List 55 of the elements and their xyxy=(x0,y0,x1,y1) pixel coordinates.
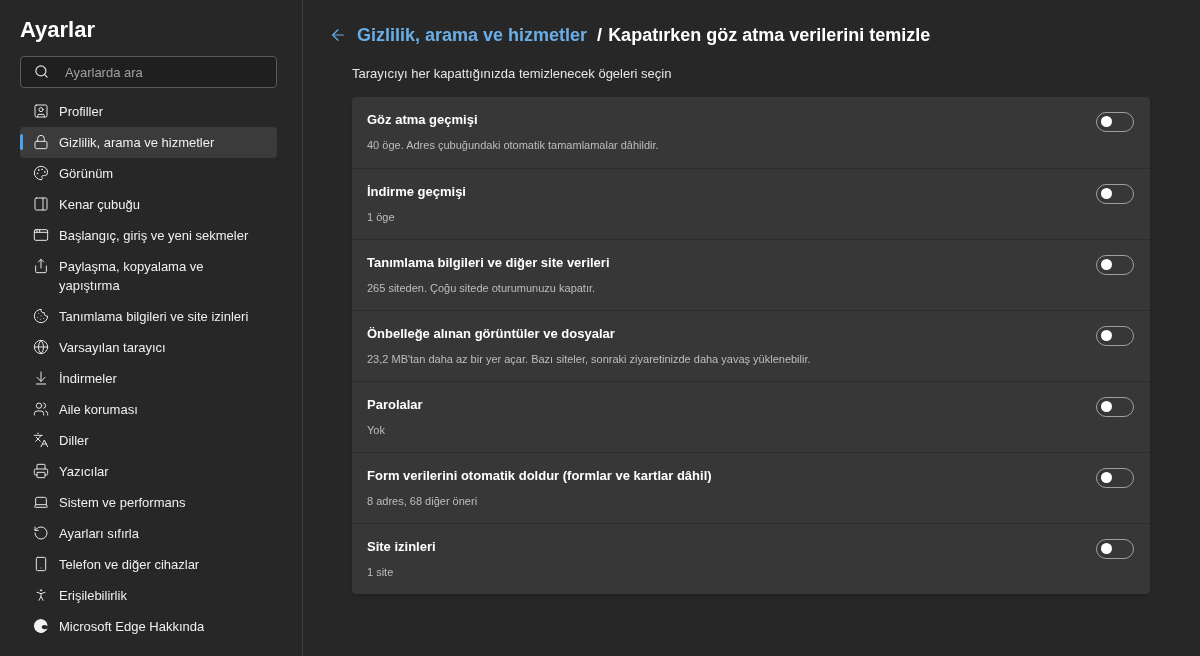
accessibility-icon xyxy=(33,587,49,603)
sidebar-item[interactable]: Tanımlama bilgileri ve site izinleri xyxy=(20,301,277,332)
search-field[interactable]: Ayarlarda ara xyxy=(20,56,277,88)
sidebar-item[interactable]: Profiller xyxy=(20,96,277,127)
breadcrumb-separator: / xyxy=(597,23,603,47)
browser-logo-icon xyxy=(33,618,49,634)
option-title: Form verilerini otomatik doldur (formlar ve kartlar dâhil) xyxy=(367,466,712,485)
sidebar-item[interactable]: Gizlilik, arama ve hizmetler xyxy=(20,127,277,158)
people-icon xyxy=(33,401,49,417)
sidebar-item[interactable]: Kenar çubuğu xyxy=(20,189,277,220)
option-description: 1 öge xyxy=(367,209,396,224)
breadcrumb-link[interactable]: Gizlilik, arama ve hizmetler xyxy=(357,21,588,49)
printer-icon xyxy=(33,463,49,479)
option-title: Site izinleri xyxy=(367,537,436,556)
globe-icon xyxy=(33,339,49,355)
sidebar-item[interactable]: Ayarları sıfırla xyxy=(20,518,277,549)
option-title: Tanımlama bilgileri ve diğer site verileri xyxy=(367,253,610,272)
language-icon xyxy=(33,432,49,448)
reset-icon xyxy=(33,525,49,541)
sidebar-item[interactable]: İndirmeler xyxy=(20,363,277,394)
cookie-icon xyxy=(33,308,49,324)
window-icon xyxy=(33,227,49,243)
sidebar-item[interactable]: Paylaşma, kopyalama ve yapıştırma xyxy=(20,251,277,301)
option-description: 8 adres, 68 diğer öneri xyxy=(367,493,479,508)
sidebar-item[interactable]: Varsayılan tarayıcı xyxy=(20,332,277,363)
sidebar-item[interactable]: Yazıcılar xyxy=(20,456,277,487)
option-description: 265 siteden. Çoğu sitede oturumunuzu kapatır. xyxy=(367,280,597,295)
option-description: 40 öge. Adres çubuğundaki otomatik tamamlamalar dâhildir. xyxy=(367,137,659,152)
download-icon xyxy=(33,370,49,386)
option-description: 23,2 MB'tan daha az bir yer açar. Bazı siteler, sonraki ziyaretinizde daha yavaş yüklenebilir. xyxy=(367,351,811,366)
option-title: Önbelleğe alınan görüntüler ve dosyalar xyxy=(367,324,616,343)
share-icon xyxy=(33,258,49,274)
search-icon xyxy=(34,64,49,79)
sidebar-item[interactable]: Erişilebilirlik xyxy=(20,580,277,611)
page-subtitle: Tarayıcıyı her kapattığınızda temizlenecek ögeleri seçin xyxy=(352,65,673,83)
lock-icon xyxy=(33,134,49,150)
sidebar-item[interactable]: Sistem ve performans xyxy=(20,487,277,518)
sidebar-item[interactable]: Başlangıç, giriş ve yeni sekmeler xyxy=(20,220,277,251)
phone-icon xyxy=(33,556,49,572)
sidebar-panel-icon xyxy=(33,196,49,212)
palette-icon xyxy=(33,165,49,181)
sidebar-item[interactable]: Görünüm xyxy=(20,158,277,189)
sidebar-item[interactable]: Aile koruması xyxy=(20,394,277,425)
page-title: Kapatırken göz atma verilerini temizle xyxy=(608,23,931,47)
option-title: Göz atma geçmişi xyxy=(367,110,479,129)
option-title: Parolalar xyxy=(367,395,423,414)
sidebar-item[interactable]: Diller xyxy=(20,425,277,456)
laptop-icon xyxy=(33,494,49,510)
option-title: İndirme geçmişi xyxy=(367,182,466,201)
option-description: Yok xyxy=(367,422,386,437)
sidebar-item[interactable]: Telefon ve diğer cihazlar xyxy=(20,549,277,580)
settings-title: Ayarlar xyxy=(20,16,96,44)
sidebar-item[interactable]: Microsoft Edge Hakkında xyxy=(20,611,277,642)
profile-icon xyxy=(33,103,49,119)
option-description: 1 site xyxy=(367,564,395,579)
